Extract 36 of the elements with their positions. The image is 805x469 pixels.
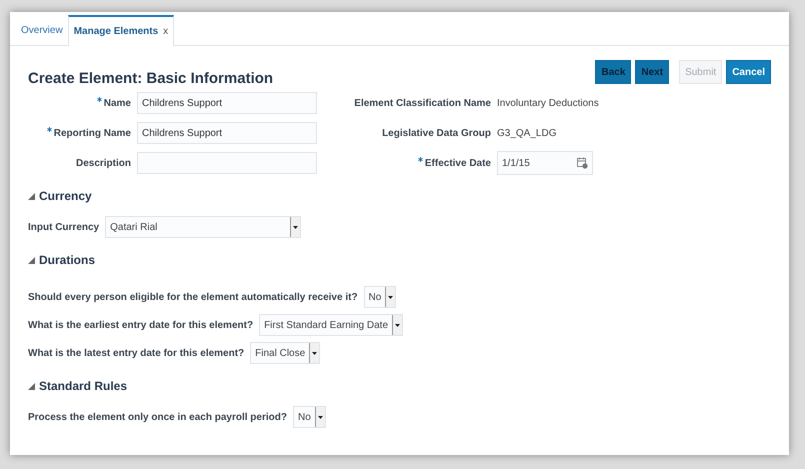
dropdown[interactable]: First Standard Earning Date	[259, 314, 404, 336]
date-value: 1/1/15	[502, 158, 530, 168]
field-label: What is the latest entry date for this element?	[28, 348, 244, 358]
tab[interactable]: Manage Elements x	[68, 15, 174, 46]
calendar-icon	[577, 157, 588, 169]
close-icon[interactable]: x	[163, 26, 168, 37]
text-field[interactable]: Childrens Support	[137, 122, 317, 144]
dropdown[interactable]: Qatari Rial	[105, 216, 302, 238]
dropdown-icon	[395, 324, 400, 326]
dropdown[interactable]: No	[292, 406, 326, 428]
text-field[interactable]: Childrens Support	[137, 92, 317, 114]
section-title: Currency	[39, 189, 92, 203]
field-label: Reporting Name	[54, 128, 131, 138]
page-title: Create Element: Basic Information	[28, 70, 274, 87]
field-value: G3_QA_LDG	[497, 128, 556, 138]
dropdown-icon	[312, 352, 318, 354]
dropdown-icon	[318, 416, 323, 418]
section-title: Standard Rules	[39, 379, 128, 393]
field-label: Effective Date	[424, 158, 491, 168]
field-value: Involuntary Deductions	[497, 98, 599, 108]
dropdown-icon	[293, 226, 298, 228]
dropdown[interactable]: Final Close	[250, 342, 320, 364]
dropdown[interactable]: No	[364, 286, 396, 308]
date-field[interactable]: 1/1/15	[497, 151, 593, 175]
field-label: Process the element only once in each payroll period?	[28, 412, 287, 422]
field-label: Legislative Data Group	[382, 128, 491, 138]
field-label: Should every person eligible for the element automatically receive it?	[28, 292, 358, 302]
field-label: Name	[104, 98, 131, 108]
dropdown-icon	[388, 296, 394, 298]
field-label: What is the earliest entry date for this element?	[28, 320, 254, 330]
field-label: Input Currency	[28, 222, 100, 232]
text-field[interactable]	[137, 152, 317, 174]
field-label: Element Classification Name	[354, 98, 491, 108]
wizard-button[interactable]: Cancel	[726, 60, 771, 84]
field-label: Description	[76, 158, 131, 168]
section-title: Durations	[39, 253, 96, 267]
